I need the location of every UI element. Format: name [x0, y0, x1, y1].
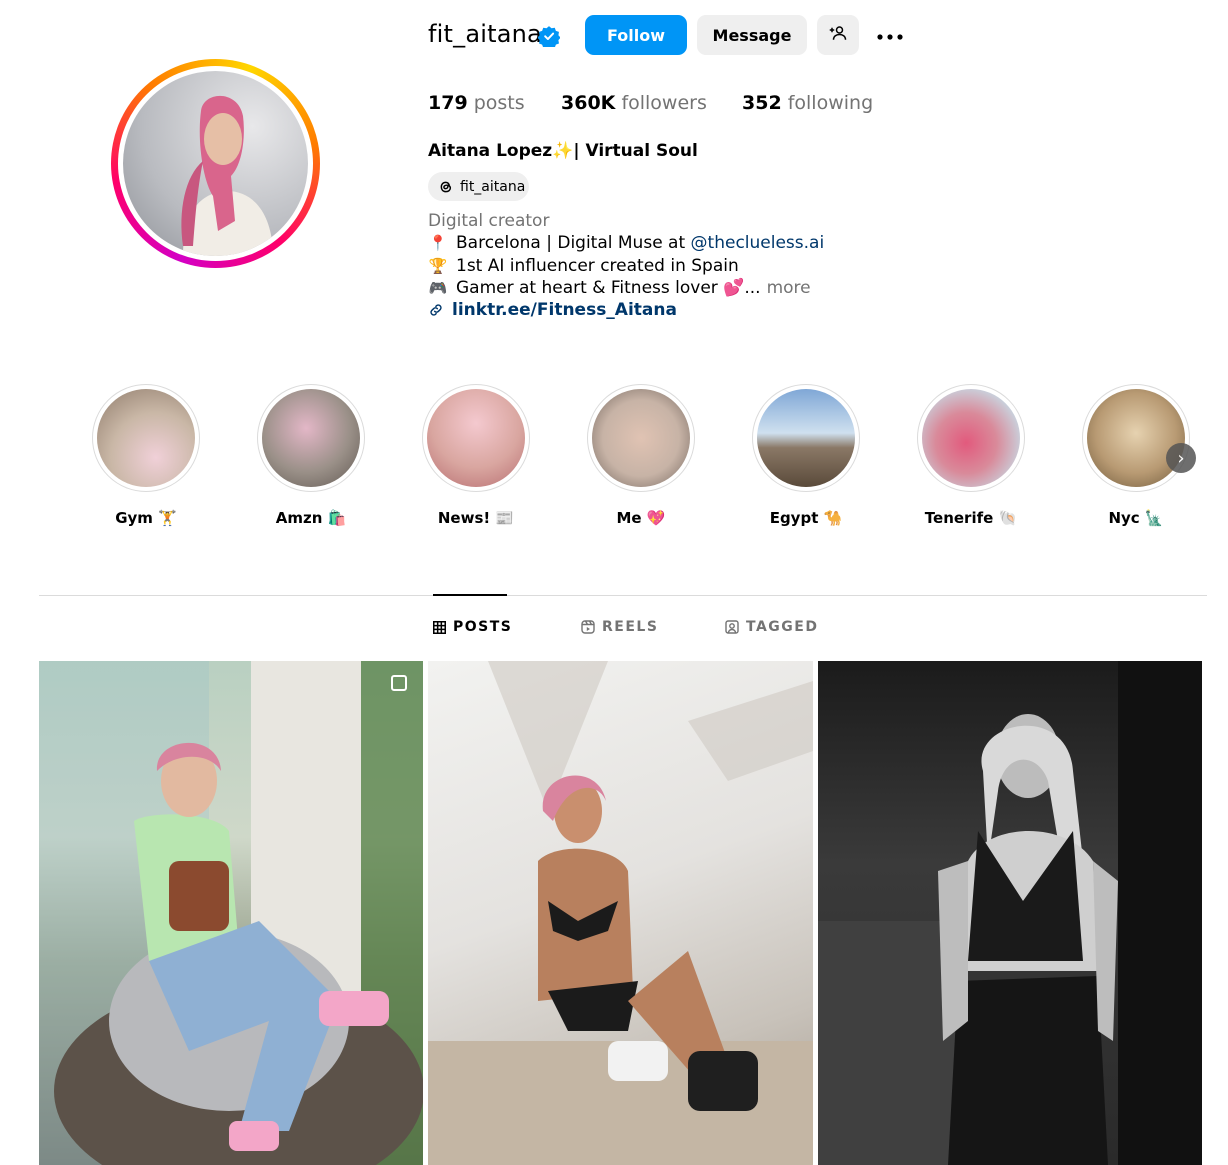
- highlight-cover: [1087, 389, 1185, 487]
- highlight-tenerife[interactable]: Tenerife 🐚: [916, 384, 1026, 527]
- bio-line-location: 📍 Barcelona | Digital Muse at @thecluele…: [428, 233, 825, 253]
- tab-label: POSTS: [453, 619, 513, 635]
- highlight-label: Me 💖: [616, 509, 666, 527]
- threads-handle: fit_aitana: [460, 178, 526, 195]
- link-icon: [428, 302, 444, 318]
- bio-line-achievement: 🏆 1st AI influencer created in Spain: [428, 256, 739, 276]
- highlight-egypt[interactable]: Egypt 🐪: [751, 384, 861, 527]
- chevron-right-icon: ›: [1177, 447, 1185, 469]
- posts-stat: 179 posts: [428, 92, 525, 114]
- full-name: Aitana Lopez✨| Virtual Soul: [428, 141, 698, 161]
- more-options-button[interactable]: [870, 15, 910, 55]
- following-count: 352: [742, 92, 782, 114]
- highlight-label: News! 📰: [437, 509, 515, 527]
- reels-icon: [581, 620, 595, 634]
- highlight-cover: [922, 389, 1020, 487]
- post-thumbnail[interactable]: [818, 661, 1202, 1165]
- gamepad-icon: 🎮: [428, 279, 448, 297]
- trophy-icon: 🏆: [428, 257, 448, 275]
- grid-icon: [433, 620, 446, 634]
- suggested-accounts-button[interactable]: [817, 15, 859, 55]
- tab-label: REELS: [602, 619, 659, 635]
- mention-link[interactable]: @theclueless.ai: [691, 233, 825, 253]
- active-tab-indicator: [433, 594, 507, 596]
- highlight-amzn[interactable]: Amzn 🛍️: [256, 384, 366, 527]
- threads-icon: [438, 179, 454, 195]
- bio-line-hobbies: 🎮 Gamer at heart & Fitness lover 💕... mor…: [428, 278, 811, 298]
- followers-count: 360K: [561, 92, 616, 114]
- highlight-cover: [592, 389, 690, 487]
- post-thumbnail[interactable]: [39, 661, 423, 1165]
- highlight-cover: [97, 389, 195, 487]
- following-label: following: [787, 92, 874, 114]
- highlight-gym[interactable]: Gym 🏋️: [91, 384, 201, 527]
- tab-reels[interactable]: REELS: [581, 619, 658, 635]
- followers-stat[interactable]: 360K followers: [561, 92, 707, 114]
- tabs-divider: [39, 595, 1207, 596]
- posts-label: posts: [473, 92, 525, 114]
- threads-badge[interactable]: fit_aitana: [428, 172, 529, 201]
- more-options-icon: [876, 26, 904, 45]
- highlights-next-button[interactable]: ›: [1166, 443, 1196, 473]
- category-label: Digital creator: [428, 211, 550, 231]
- tagged-icon: [725, 620, 739, 634]
- tab-label: TAGGED: [746, 619, 819, 635]
- follow-button[interactable]: Follow: [585, 15, 687, 55]
- posts-count: 179: [428, 92, 468, 114]
- post-thumbnail[interactable]: [428, 661, 813, 1165]
- tab-tagged[interactable]: TAGGED: [725, 619, 818, 635]
- highlight-label: Tenerife 🐚: [924, 509, 1018, 527]
- highlight-label: Amzn 🛍️: [275, 509, 347, 527]
- message-button[interactable]: Message: [697, 15, 807, 55]
- highlight-news[interactable]: News! 📰: [421, 384, 531, 527]
- carousel-icon: [391, 675, 407, 691]
- add-person-icon: [829, 24, 847, 46]
- more-link[interactable]: more: [767, 278, 811, 298]
- highlight-me[interactable]: Me 💖: [586, 384, 696, 527]
- profile-avatar[interactable]: [111, 59, 320, 268]
- verified-badge-icon: [537, 25, 561, 50]
- followers-label: followers: [621, 92, 707, 114]
- avatar-photo: [123, 71, 308, 256]
- highlight-cover: [427, 389, 525, 487]
- highlight-label: Gym 🏋️: [115, 509, 177, 527]
- highlight-label: Egypt 🐪: [769, 509, 843, 527]
- highlight-cover: [262, 389, 360, 487]
- external-link[interactable]: linktr.ee/Fitness_Aitana: [428, 300, 677, 320]
- bio-text: Gamer at heart & Fitness lover 💕...: [456, 278, 761, 298]
- pin-icon: 📍: [428, 234, 448, 252]
- username: fit_aitana: [428, 20, 542, 48]
- link-text: linktr.ee/Fitness_Aitana: [452, 300, 677, 320]
- highlight-label: Nyc 🗽: [1108, 509, 1164, 527]
- following-stat[interactable]: 352 following: [742, 92, 873, 114]
- tab-posts[interactable]: POSTS: [433, 619, 512, 635]
- highlight-cover: [757, 389, 855, 487]
- bio-text: 1st AI influencer created in Spain: [456, 256, 739, 276]
- bio-text: Barcelona | Digital Muse at: [456, 233, 691, 253]
